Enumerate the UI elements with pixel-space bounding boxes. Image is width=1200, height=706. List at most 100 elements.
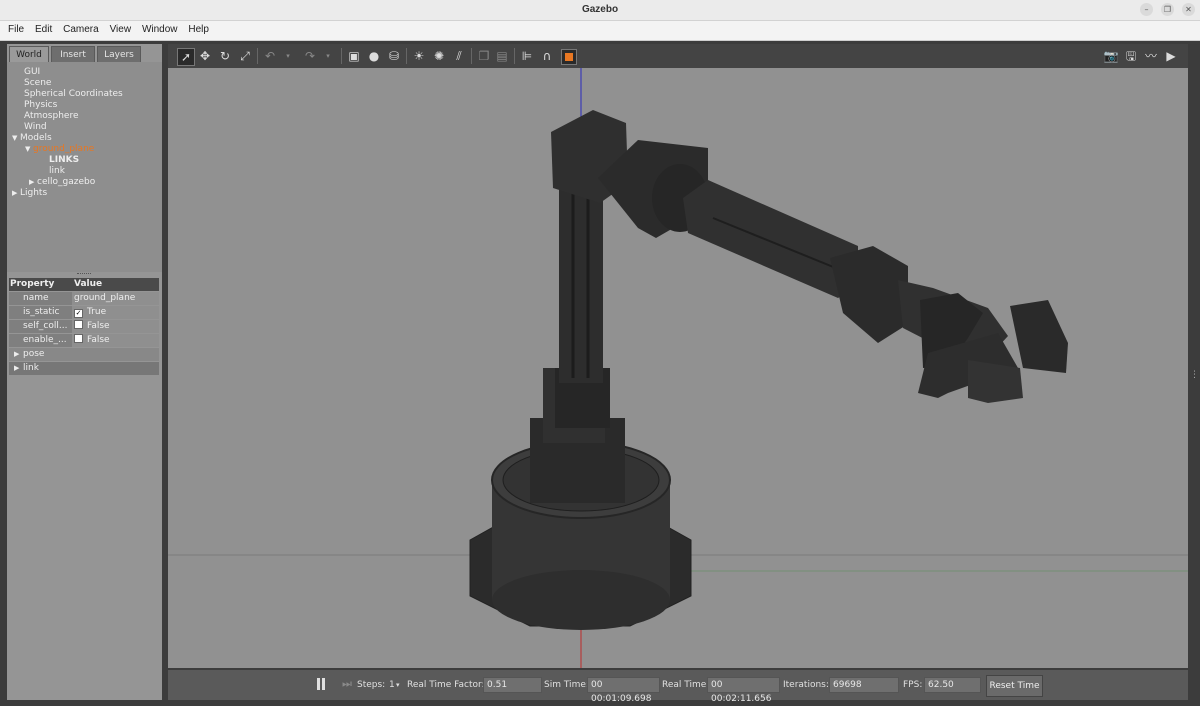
is-static-checkbox[interactable]: ✓ xyxy=(74,309,83,318)
property-table-header: Property Value xyxy=(9,278,159,291)
spot-light-icon[interactable]: ✺ xyxy=(431,48,447,64)
enable-wind-checkbox[interactable] xyxy=(74,334,83,343)
plot-icon[interactable]: 〰 xyxy=(1143,48,1159,64)
property-name: name xyxy=(23,293,49,303)
tree-item-lights-label: Lights xyxy=(20,188,48,198)
step-icon[interactable]: ⏭ xyxy=(342,677,352,691)
tree-item-wind[interactable]: Wind xyxy=(24,122,47,132)
tree-item-models-label: Models xyxy=(20,133,52,143)
panel-tabs: World Insert Layers xyxy=(7,44,162,63)
property-column-header: Property xyxy=(10,279,55,289)
property-value: False xyxy=(87,321,110,331)
property-table: Property Value name ground_plane is_stat… xyxy=(9,278,159,376)
close-icon[interactable]: ✕ xyxy=(1182,3,1195,16)
3d-viewport[interactable] xyxy=(168,68,1188,668)
paste-icon[interactable]: ▤ xyxy=(494,48,510,64)
real-time-label: Real Time: xyxy=(662,680,710,690)
real-time-field: 00 00:02:11.656 xyxy=(707,677,780,704)
screenshot-icon[interactable]: 📷 xyxy=(1103,48,1119,64)
change-view-angle-icon[interactable] xyxy=(561,49,577,65)
property-value-cell: False xyxy=(72,320,159,333)
redo-dropdown-icon[interactable]: ▾ xyxy=(320,48,336,64)
copy-icon[interactable]: ❐ xyxy=(476,48,492,64)
collapsed-caret-icon[interactable]: ▶ xyxy=(12,189,20,197)
tree-item-physics[interactable]: Physics xyxy=(24,100,57,110)
scale-mode-icon[interactable]: ⤢ xyxy=(237,48,253,64)
snap-icon[interactable]: ∩ xyxy=(539,48,555,64)
world-tree: GUI Scene Spherical Coordinates Physics … xyxy=(7,62,162,272)
translate-mode-icon[interactable]: ✥ xyxy=(197,48,213,64)
box-shape-icon[interactable]: ▣ xyxy=(346,48,362,64)
tree-item-spherical-coordinates[interactable]: Spherical Coordinates xyxy=(24,89,123,99)
tree-item-gui[interactable]: GUI xyxy=(24,67,40,77)
video-record-icon[interactable]: ▶ xyxy=(1163,48,1179,64)
tab-layers[interactable]: Layers xyxy=(97,46,141,63)
menu-window[interactable]: Window xyxy=(142,24,178,35)
steps-dropdown-icon[interactable]: ▾ xyxy=(396,681,400,689)
pause-icon[interactable] xyxy=(322,678,325,690)
expanded-caret-icon[interactable]: ▼ xyxy=(12,134,20,142)
property-value: True xyxy=(87,307,107,317)
menu-help[interactable]: Help xyxy=(188,24,209,35)
property-section-link[interactable]: ▶ link xyxy=(9,362,159,375)
menu-view[interactable]: View xyxy=(110,24,132,35)
menu-edit[interactable]: Edit xyxy=(35,24,52,35)
minimize-icon[interactable]: – xyxy=(1140,3,1153,16)
right-panel-resize-handle[interactable]: ⋮ xyxy=(1190,370,1199,380)
sim-time-field: 00 00:01:09.698 xyxy=(587,677,660,704)
select-mode-icon[interactable]: ➚ xyxy=(177,48,195,66)
tree-item-ground-plane[interactable]: ▼ ground_plane xyxy=(25,144,94,154)
redo-icon[interactable]: ↷ xyxy=(302,48,318,64)
property-value[interactable]: ground_plane xyxy=(72,292,159,305)
log-data-icon[interactable]: 🖫 xyxy=(1123,48,1139,64)
rotate-mode-icon[interactable]: ↻ xyxy=(217,48,233,64)
property-value-cell: False xyxy=(72,334,159,347)
simulation-status-bar: ⏭ Steps: 1 ▾ Real Time Factor: 0.51 Sim … xyxy=(168,670,1188,704)
property-row-self-collide: self_coll... False xyxy=(9,320,159,333)
undo-icon[interactable]: ↶ xyxy=(262,48,278,64)
self-collide-checkbox[interactable] xyxy=(74,320,83,329)
collapsed-caret-icon: ▶ xyxy=(14,364,20,372)
collapsed-caret-icon[interactable]: ▶ xyxy=(29,178,37,186)
tab-world[interactable]: World xyxy=(9,46,49,63)
window-titlebar: Gazebo – ❐ ✕ xyxy=(0,0,1200,21)
tree-item-atmosphere[interactable]: Atmosphere xyxy=(24,111,78,121)
steps-label: Steps: xyxy=(357,680,386,690)
property-row-name: name ground_plane xyxy=(9,292,159,305)
iterations-field: 69698 xyxy=(829,677,899,693)
property-value: False xyxy=(87,335,110,345)
menu-camera[interactable]: Camera xyxy=(63,24,99,35)
tree-item-models[interactable]: ▼ Models xyxy=(12,133,52,143)
expanded-caret-icon[interactable]: ▼ xyxy=(25,145,33,153)
reset-time-button[interactable]: Reset Time xyxy=(986,675,1043,697)
pause-icon[interactable] xyxy=(317,678,320,690)
iterations-label: Iterations: xyxy=(783,680,829,690)
directional-light-icon[interactable]: ⫽ xyxy=(451,48,467,64)
section-label: link xyxy=(23,363,39,373)
cylinder-shape-icon[interactable]: ⛁ xyxy=(386,48,402,64)
align-icon[interactable]: ⊫ xyxy=(519,48,535,64)
window-title: Gazebo xyxy=(581,4,619,15)
property-section-pose[interactable]: ▶ pose xyxy=(9,348,159,361)
steps-value[interactable]: 1 xyxy=(389,680,395,690)
tree-item-lights[interactable]: ▶ Lights xyxy=(12,188,47,198)
tree-item-cello-gazebo[interactable]: ▶ cello_gazebo xyxy=(29,177,95,187)
menu-bar: File Edit Camera View Window Help xyxy=(0,21,1200,41)
tree-item-link[interactable]: link xyxy=(49,166,65,176)
tree-item-ground-plane-label: ground_plane xyxy=(33,144,95,154)
point-light-icon[interactable]: ☀ xyxy=(411,48,427,64)
robot-arm[interactable] xyxy=(469,110,1068,630)
tab-insert[interactable]: Insert xyxy=(51,46,95,63)
section-label: pose xyxy=(23,349,45,359)
sphere-shape-icon[interactable]: ● xyxy=(366,48,382,64)
sim-time-label: Sim Time: xyxy=(544,680,589,690)
maximize-icon[interactable]: ❐ xyxy=(1161,3,1174,16)
tree-item-cello-gazebo-label: cello_gazebo xyxy=(37,177,96,187)
undo-dropdown-icon[interactable]: ▾ xyxy=(280,48,296,64)
scene-render xyxy=(168,68,1188,668)
tree-item-scene[interactable]: Scene xyxy=(24,78,51,88)
collapsed-caret-icon: ▶ xyxy=(14,350,20,358)
menu-file[interactable]: File xyxy=(8,24,24,35)
real-time-factor-field: 0.51 xyxy=(483,677,542,693)
property-row-enable-wind: enable_... False xyxy=(9,334,159,347)
